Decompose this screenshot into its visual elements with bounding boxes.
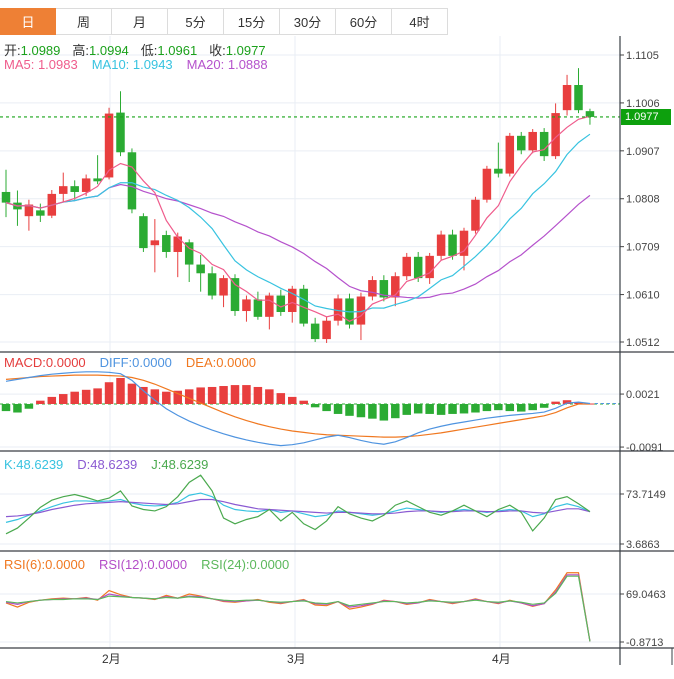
rsi-panel [6,573,590,642]
interval-tabbar: 日 周 月 5分 15分 30分 60分 4时 [0,8,448,35]
ma-lines [6,116,590,321]
svg-text:1.0512: 1.0512 [626,337,660,349]
x-axis-labels: 2月 3月 4月 [102,652,511,666]
tab-5min[interactable]: 5分 [168,8,224,35]
macd-panel [2,372,620,446]
tab-day[interactable]: 日 [0,8,56,35]
tab-week[interactable]: 周 [56,8,112,35]
svg-text:1.1105: 1.1105 [626,50,659,62]
current-price-tag: 1.0977 [621,109,671,125]
dea-value: DEA:0.0000 [186,355,256,370]
tab-month[interactable]: 月 [112,8,168,35]
ma10-value: MA10: 1.0943 [92,57,173,72]
ohlc-high-value: 1.0994 [89,43,129,58]
k-value: K:48.6239 [4,457,63,472]
macd-readout: MACD:0.0000 DIFF:0.0000 DEA:0.0000 [4,355,256,370]
svg-text:-0.8713: -0.8713 [626,637,663,649]
ohlc-open-value: 1.0989 [21,43,61,58]
svg-text:3.6863: 3.6863 [626,539,660,551]
svg-text:4月: 4月 [492,652,511,666]
svg-text:69.0463: 69.0463 [626,589,666,601]
svg-text:-0.0091: -0.0091 [626,442,663,454]
ohlc-close-label: 收: [209,43,226,58]
tab-4hour[interactable]: 4时 [392,8,448,35]
rsi12-value: RSI(12):0.0000 [99,557,187,572]
kline-chart-canvas[interactable]: 1.11051.10061.09071.08081.07091.06101.05… [0,0,674,679]
ohlc-high-label: 高: [72,43,89,58]
svg-text:1.0808: 1.0808 [626,194,660,206]
ohlc-close-value: 1.0977 [226,43,266,58]
rsi6-value: RSI(6):0.0000 [4,557,85,572]
svg-text:2月: 2月 [102,652,121,666]
svg-text:1.0709: 1.0709 [626,242,660,254]
macd-value: MACD:0.0000 [4,355,86,370]
j-value: J:48.6239 [151,457,208,472]
tab-60min[interactable]: 60分 [336,8,392,35]
diff-value: DIFF:0.0000 [100,355,172,370]
rsi24-value: RSI(24):0.0000 [201,557,289,572]
ma20-value: MA20: 1.0888 [187,57,268,72]
d-value: D:48.6239 [77,457,137,472]
candles [2,68,594,343]
svg-text:0.0021: 0.0021 [626,389,660,401]
ohlc-open-label: 开: [4,43,21,58]
svg-text:1.0610: 1.0610 [626,290,660,302]
svg-text:73.7149: 73.7149 [626,489,666,501]
kdj-readout: K:48.6239 D:48.6239 J:48.6239 [4,457,208,472]
ma5-value: MA5: 1.0983 [4,57,78,72]
svg-text:3月: 3月 [287,652,306,666]
kdj-panel [6,475,590,534]
ma-readout: MA5: 1.0983 MA10: 1.0943 MA20: 1.0888 [4,57,268,72]
tab-30min[interactable]: 30分 [280,8,336,35]
rsi-readout: RSI(6):0.0000 RSI(12):0.0000 RSI(24):0.0… [4,557,289,572]
tab-15min[interactable]: 15分 [224,8,280,35]
ohlc-low-value: 1.0961 [157,43,197,58]
ohlc-low-label: 低: [141,43,158,58]
svg-text:1.0907: 1.0907 [626,146,660,158]
kline-page: 1.11051.10061.09071.08081.07091.06101.05… [0,0,674,679]
